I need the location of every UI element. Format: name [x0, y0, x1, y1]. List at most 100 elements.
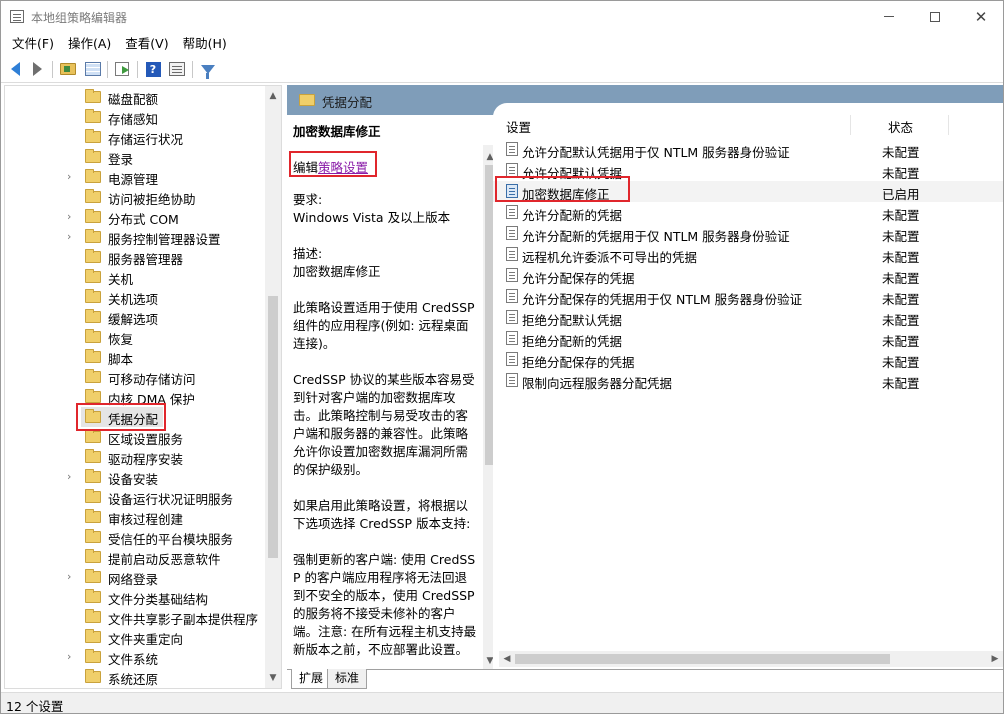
expand-chevron-icon[interactable]: ›: [67, 231, 77, 243]
scrollbar-thumb[interactable]: [268, 296, 278, 558]
close-button[interactable]: ✕: [958, 1, 1004, 32]
setting-name: 限制向远程服务器分配凭据: [522, 376, 673, 391]
scroll-up-icon[interactable]: ▲: [265, 90, 281, 102]
menu-action[interactable]: 操作(A): [61, 32, 118, 56]
tree-item[interactable]: 缓解选项: [5, 307, 267, 327]
list-item[interactable]: 允许分配保存的凭据 未配置: [493, 265, 1003, 286]
list-item[interactable]: 拒绝分配新的凭据 未配置: [493, 328, 1003, 349]
tree-item[interactable]: › 服务控制管理器设置: [5, 227, 267, 247]
tree-item[interactable]: 存储感知: [5, 107, 267, 127]
tab-standard[interactable]: 标准: [327, 669, 368, 689]
column-divider[interactable]: [850, 115, 851, 135]
tree-item-label: 登录: [108, 152, 134, 167]
list-item[interactable]: 允许分配新的凭据 未配置: [493, 202, 1003, 223]
scroll-right-icon[interactable]: ▶: [987, 653, 1003, 665]
folder-icon: [85, 209, 101, 223]
expand-chevron-icon[interactable]: ›: [67, 211, 77, 223]
tree-item[interactable]: › 网络登录: [5, 567, 267, 587]
tree-item[interactable]: 驱动程序安装: [5, 447, 267, 467]
edit-policy-line: 编辑策略设置: [293, 157, 368, 176]
list-item[interactable]: 允许分配默认凭据用于仅 NTLM 服务器身份验证 未配置: [493, 139, 1003, 160]
tree-item[interactable]: 脚本: [5, 347, 267, 367]
show-hide-tree-button[interactable]: [83, 59, 103, 79]
folder-icon: [85, 569, 101, 583]
tree-item[interactable]: 提前启动反恶意软件: [5, 547, 267, 567]
policy-setting-icon: [506, 163, 518, 177]
list-item[interactable]: 加密数据库修正 已启用: [493, 181, 1003, 202]
list-item[interactable]: 允许分配保存的凭据用于仅 NTLM 服务器身份验证 未配置: [493, 286, 1003, 307]
tree-item-label: 可移动存储访问: [108, 372, 196, 387]
list-item[interactable]: 拒绝分配默认凭据 未配置: [493, 307, 1003, 328]
minimize-button[interactable]: [866, 1, 912, 32]
tree-item[interactable]: 区域设置服务: [5, 427, 267, 447]
setting-name: 允许分配保存的凭据用于仅 NTLM 服务器身份验证: [522, 292, 803, 307]
tree-item[interactable]: 受信任的平台模块服务: [5, 527, 267, 547]
list-item[interactable]: 允许分配默认凭据 未配置: [493, 160, 1003, 181]
tree-item[interactable]: 系统还原: [5, 667, 267, 687]
expand-chevron-icon[interactable]: ›: [67, 571, 77, 583]
column-state[interactable]: 状态: [888, 117, 913, 136]
menu-view[interactable]: 查看(V): [118, 32, 175, 56]
scrollbar-thumb[interactable]: [515, 654, 890, 664]
tree-item[interactable]: 凭据分配: [5, 407, 267, 427]
expand-chevron-icon[interactable]: ›: [67, 651, 77, 663]
edit-policy-link[interactable]: 策略设置: [318, 160, 368, 175]
tree-item[interactable]: 文件夹重定向: [5, 627, 267, 647]
folder-icon: [299, 94, 315, 106]
tree-item[interactable]: 内核 DMA 保护: [5, 387, 267, 407]
tree-item[interactable]: 磁盘配额: [5, 87, 267, 107]
tree-vertical-scrollbar[interactable]: ▲ ▼: [265, 86, 281, 688]
column-divider[interactable]: [948, 115, 949, 135]
tree-item[interactable]: 登录: [5, 147, 267, 167]
setting-state: 未配置: [882, 229, 920, 244]
tree-item[interactable]: › 设备安装: [5, 467, 267, 487]
folder-icon: [85, 509, 101, 523]
title-bar: 本地组策略编辑器 ✕: [1, 1, 1003, 32]
scroll-down-icon[interactable]: ▼: [265, 672, 281, 684]
filter-button[interactable]: [198, 59, 218, 79]
list-item[interactable]: 拒绝分配保存的凭据 未配置: [493, 349, 1003, 370]
tree-item[interactable]: 审核过程创建: [5, 507, 267, 527]
setting-name: 加密数据库修正: [522, 187, 610, 202]
menu-file[interactable]: 文件(F): [5, 32, 61, 56]
expand-chevron-icon[interactable]: ›: [67, 171, 77, 183]
tree-item[interactable]: 可移动存储访问: [5, 367, 267, 387]
menu-help[interactable]: 帮助(H): [176, 32, 234, 56]
description-pane: 加密数据库修正 编辑策略设置 要求: Windows Vista 及以上版本 描…: [287, 115, 497, 669]
properties-button[interactable]: [167, 59, 187, 79]
export-list-button[interactable]: [112, 59, 132, 79]
export-list-icon: [115, 62, 129, 76]
tree-item-label: 设备运行状况证明服务: [108, 492, 234, 507]
tree-item[interactable]: 文件共享影子副本提供程序: [5, 607, 267, 627]
tree-item[interactable]: 关机选项: [5, 287, 267, 307]
tree-item[interactable]: 恢复: [5, 327, 267, 347]
tab-extended[interactable]: 扩展: [291, 669, 332, 689]
list-horizontal-scrollbar[interactable]: ◀ ▶: [499, 651, 1003, 667]
tree-item[interactable]: 存储运行状况: [5, 127, 267, 147]
scroll-left-icon[interactable]: ◀: [499, 653, 515, 665]
tree-item[interactable]: › 文件系统: [5, 647, 267, 667]
tree-item[interactable]: 设备运行状况证明服务: [5, 487, 267, 507]
policy-setting-icon: [506, 142, 518, 156]
toolbar-separator: [107, 61, 108, 78]
folder-icon: [85, 349, 101, 363]
up-one-level-button[interactable]: [58, 59, 78, 79]
tree-item[interactable]: 服务器管理器: [5, 247, 267, 267]
setting-name: 允许分配默认凭据: [522, 166, 623, 181]
tree-item[interactable]: › 电源管理: [5, 167, 267, 187]
help-button[interactable]: ?: [143, 59, 163, 79]
list-item[interactable]: 限制向远程服务器分配凭据 未配置: [493, 370, 1003, 391]
maximize-button[interactable]: [912, 1, 958, 32]
navigation-tree[interactable]: 磁盘配额 存储感知 存储运行状况登录 › 电源管理 访问被拒绝协助 › 分布式 COM › 服务控…: [4, 85, 282, 689]
list-item[interactable]: 允许分配新的凭据用于仅 NTLM 服务器身份验证 未配置: [493, 223, 1003, 244]
tree-item[interactable]: 文件分类基础结构: [5, 587, 267, 607]
column-setting[interactable]: 设置: [506, 117, 531, 136]
forward-button[interactable]: [27, 59, 47, 79]
back-button[interactable]: [5, 59, 25, 79]
folder-icon: [85, 429, 101, 443]
list-item[interactable]: 远程机允许委派不可导出的凭据 未配置: [493, 244, 1003, 265]
tree-item[interactable]: › 分布式 COM: [5, 207, 267, 227]
tree-item[interactable]: 关机: [5, 267, 267, 287]
tree-item[interactable]: 访问被拒绝协助: [5, 187, 267, 207]
expand-chevron-icon[interactable]: ›: [67, 471, 77, 483]
